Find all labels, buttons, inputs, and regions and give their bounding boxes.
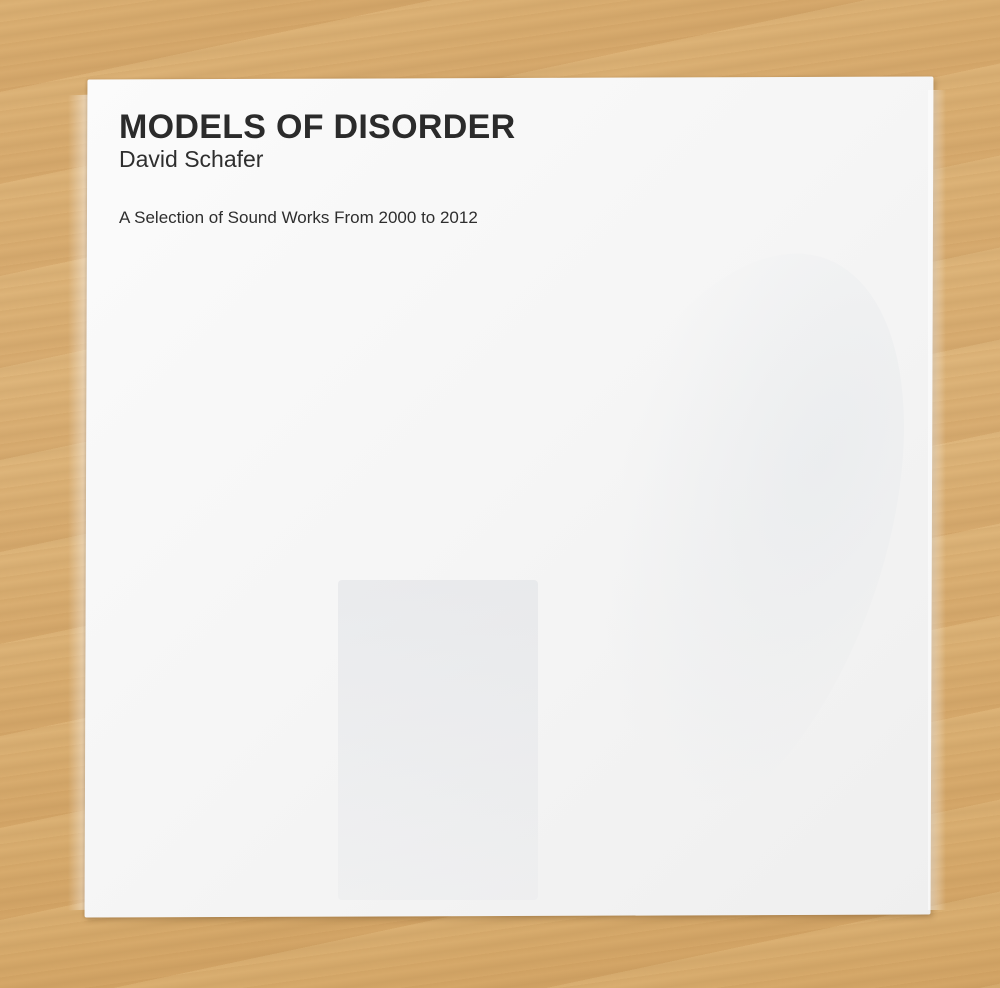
album-title: MODELS OF DISORDER (119, 108, 516, 146)
artist-name: David Schafer (119, 146, 264, 172)
shrink-wrap-edge-right (928, 90, 946, 910)
shrink-wrap-reflection (338, 580, 538, 900)
album-subtitle: A Selection of Sound Works From 2000 to … (119, 208, 478, 227)
